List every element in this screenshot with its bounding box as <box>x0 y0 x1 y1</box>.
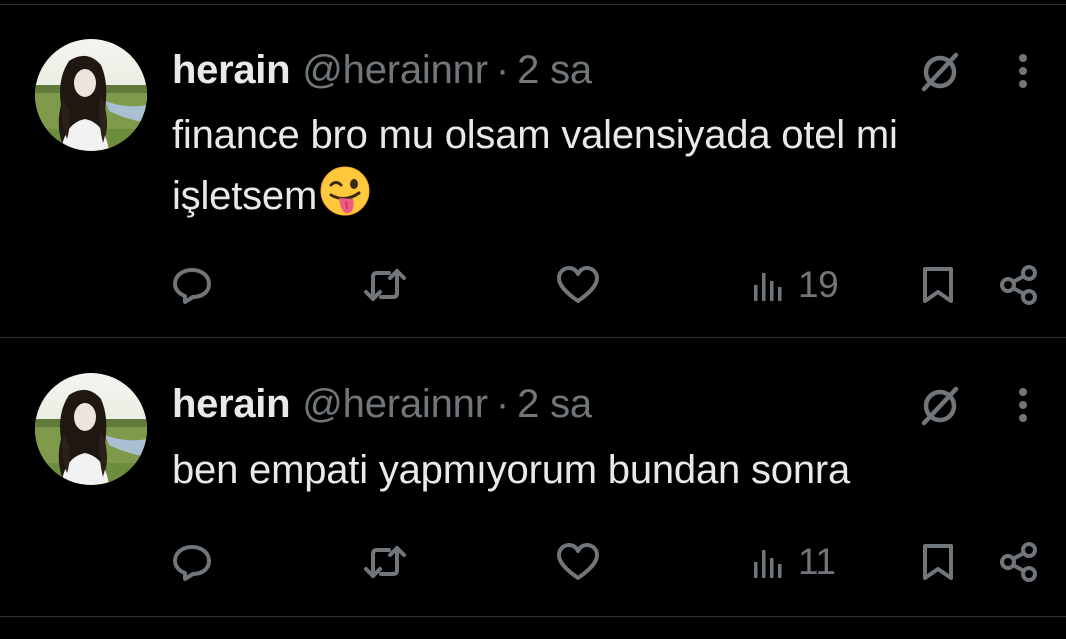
retweet-button[interactable] <box>361 260 409 310</box>
tweet[interactable]: herain @herainnr · 2 sa ben empati yapmı… <box>0 339 1066 617</box>
bookmark-button[interactable] <box>918 260 958 310</box>
reply-icon <box>173 268 211 304</box>
reply-button[interactable] <box>170 260 214 310</box>
separator: · <box>495 381 510 426</box>
tweet-header: herain @herainnr · 2 sa <box>172 379 592 429</box>
share-icon <box>1000 542 1037 582</box>
share-button[interactable] <box>998 537 1040 587</box>
more-vertical-icon[interactable] <box>1008 383 1038 427</box>
reply-icon <box>173 545 211 581</box>
views-count: 11 <box>798 541 836 582</box>
winking-face-with-tongue-icon <box>319 165 371 217</box>
tweet-header: herain @herainnr · 2 sa <box>172 45 592 95</box>
timestamp[interactable]: 2 sa <box>517 48 592 93</box>
retweet-button[interactable] <box>361 537 409 587</box>
views-count: 19 <box>798 264 839 305</box>
bookmark-icon <box>923 267 953 303</box>
grok-icon[interactable] <box>916 381 964 429</box>
user-handle[interactable]: @herainnr <box>302 382 488 427</box>
timestamp[interactable]: 2 sa <box>517 382 592 427</box>
grok-icon[interactable] <box>916 47 964 95</box>
retweet-icon <box>364 269 406 301</box>
views-button[interactable]: 11 <box>752 537 836 587</box>
like-button[interactable] <box>555 537 601 587</box>
retweet-icon <box>364 546 406 578</box>
like-button[interactable] <box>555 260 601 310</box>
views-button[interactable]: 19 <box>752 260 839 310</box>
action-bar: 19 <box>0 260 1066 310</box>
share-button[interactable] <box>998 260 1040 310</box>
more-vertical-icon[interactable] <box>1008 49 1038 93</box>
reply-button[interactable] <box>170 537 214 587</box>
tweet-text: finance bro mu olsam valensiyada otel mi… <box>172 106 1052 226</box>
divider <box>0 616 1066 617</box>
avatar[interactable] <box>35 373 147 485</box>
avatar[interactable] <box>35 39 147 151</box>
tweet-text-content: finance bro mu olsam valensiyada otel mi… <box>172 113 898 218</box>
divider <box>0 337 1066 338</box>
views-chart-icon <box>754 273 782 301</box>
bookmark-icon <box>923 544 953 580</box>
heart-icon <box>557 266 599 303</box>
heart-icon <box>557 543 599 580</box>
bookmark-button[interactable] <box>918 537 958 587</box>
display-name[interactable]: herain <box>172 48 291 93</box>
action-bar: 11 <box>0 537 1066 587</box>
user-handle[interactable]: @herainnr <box>302 48 488 93</box>
tweet-text: ben empati yapmıyorum bundan sonra <box>172 448 851 492</box>
tweet[interactable]: herain @herainnr · 2 sa finance bro mu o… <box>0 5 1066 338</box>
views-chart-icon <box>754 550 782 578</box>
display-name[interactable]: herain <box>172 382 291 427</box>
separator: · <box>495 47 510 92</box>
share-icon <box>1000 265 1037 305</box>
